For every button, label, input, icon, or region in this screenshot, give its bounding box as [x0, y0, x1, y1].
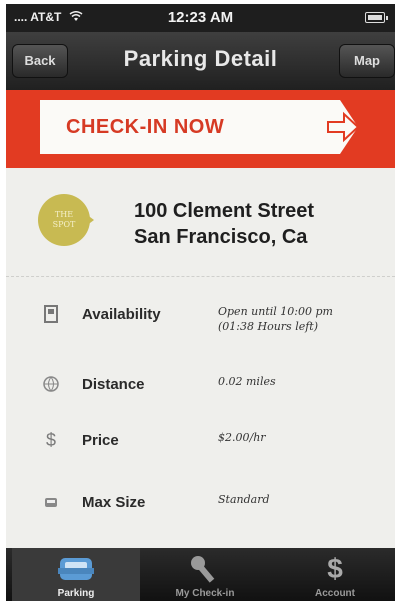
checkin-banner: CHECK-IN NOW	[6, 90, 395, 168]
door-icon	[44, 305, 58, 323]
detail-label: Price	[82, 432, 119, 449]
detail-row-max-size: Max Size Standard	[6, 474, 395, 534]
divider	[6, 276, 395, 277]
tab-label: Parking	[57, 588, 95, 599]
spot-logo: THE SPOT	[38, 194, 90, 246]
battery-icon	[365, 12, 388, 23]
car-icon	[58, 558, 94, 580]
arrow-right-icon[interactable]	[324, 108, 360, 146]
detail-value: Standard	[218, 493, 270, 506]
detail-content: THE SPOT 100 Clement Street San Francisc…	[6, 168, 395, 548]
page-title: Parking Detail	[123, 46, 278, 71]
detail-label: Availability	[82, 306, 161, 323]
tab-my-check-in[interactable]: My Check-in	[140, 548, 270, 601]
key-icon	[191, 556, 215, 583]
tab-account[interactable]: $ Account	[270, 548, 395, 601]
detail-value: $2.00/hr	[218, 431, 266, 444]
globe-icon	[43, 376, 59, 392]
tab-parking[interactable]: Parking	[12, 548, 140, 601]
address-line-1: 100 Clement Street	[134, 200, 315, 222]
dollar-icon: $	[327, 553, 343, 584]
tab-label: Account	[315, 588, 355, 599]
address: 100 Clement Street San Francisco, Ca	[134, 198, 314, 250]
detail-label: Distance	[82, 376, 145, 393]
detail-row-price: $ Price $2.00/hr	[6, 412, 395, 472]
nav-bar: Back Parking Detail Map	[6, 32, 395, 90]
detail-label: Max Size	[82, 494, 146, 511]
clock: 12:23 AM	[167, 9, 234, 26]
status-bar: .... AT&T 12:23 AM	[6, 4, 395, 32]
detail-row-availability: Availability Open until 10:00 pm (01:38 H…	[6, 286, 395, 346]
dollar-icon: $	[45, 430, 56, 450]
car-icon	[45, 498, 57, 507]
logo-notch	[86, 214, 94, 226]
detail-row-distance: Distance 0.02 miles	[6, 356, 395, 416]
address-line-2: San Francisco, Ca	[134, 226, 308, 248]
phone-screen: .... AT&T 12:23 AM Back Parking Detail M…	[6, 4, 395, 601]
checkin-now-button[interactable]: CHECK-IN NOW	[40, 100, 340, 154]
detail-value: 0.02 miles	[218, 375, 276, 388]
map-button[interactable]: Map	[339, 44, 395, 78]
tab-bar: Parking My Check-in $ Account	[6, 548, 395, 601]
tab-label: My Check-in	[175, 588, 235, 599]
detail-value: Open until 10:00 pm (01:38 Hours left)	[218, 305, 333, 333]
